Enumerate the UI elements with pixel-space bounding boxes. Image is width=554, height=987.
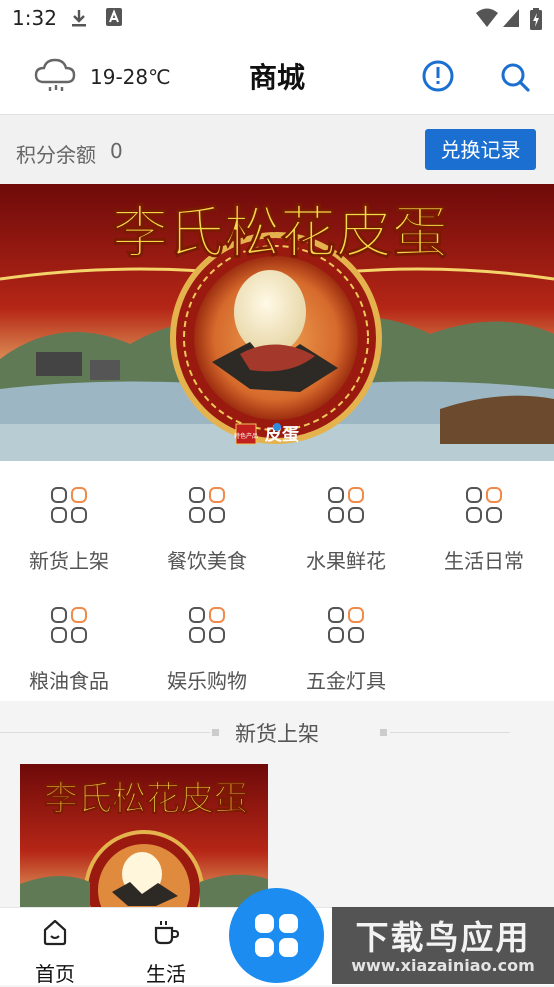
points-label: 积分余额 xyxy=(16,143,96,167)
category-item[interactable]: 餐饮美食 xyxy=(138,461,276,581)
category-item[interactable]: 水果鲜花 xyxy=(277,461,415,581)
grid-icon xyxy=(189,607,225,643)
product-title: 李氏松花皮蛋 xyxy=(44,779,248,819)
category-item[interactable]: 新货上架 xyxy=(0,461,138,581)
status-time: 1:32 xyxy=(12,6,57,30)
top-bar: 19-28℃ 商城 xyxy=(0,38,554,115)
status-bar: 1:32 xyxy=(0,0,554,38)
tab-home[interactable]: 首页 xyxy=(0,908,110,986)
section-title: 新货上架 xyxy=(235,722,319,746)
info-button[interactable] xyxy=(421,59,455,93)
tab-label: 生活 xyxy=(146,962,186,986)
grid-icon xyxy=(189,487,225,523)
search-button[interactable] xyxy=(498,60,532,94)
grid-icon xyxy=(466,487,502,523)
download-icon xyxy=(72,10,86,27)
center-menu-button[interactable] xyxy=(229,888,324,983)
product-card[interactable]: 李氏松花皮蛋 xyxy=(20,764,268,909)
watermark-text: 下载鸟应用 xyxy=(355,918,531,957)
category-label: 新货上架 xyxy=(29,549,109,573)
category-label: 生活日常 xyxy=(444,549,524,573)
category-grid: 新货上架 餐饮美食 水果鲜花 生活日常 粮油食品 娱乐购物 五金灯具 xyxy=(0,461,554,701)
banner-image: 李氏松花皮蛋 特色产品 皮蛋 xyxy=(0,184,554,461)
points-bar: 积分余额 0 兑换记录 xyxy=(0,115,554,184)
banner-indicator-dot[interactable] xyxy=(273,423,281,431)
exchange-record-button[interactable]: 兑换记录 xyxy=(425,129,536,170)
battery-icon xyxy=(530,8,542,30)
home-icon xyxy=(43,919,67,946)
section-divider-dot xyxy=(380,729,387,736)
alert-circle-icon xyxy=(422,60,454,92)
category-item[interactable]: 生活日常 xyxy=(415,461,553,581)
banner-carousel[interactable]: 李氏松花皮蛋 特色产品 皮蛋 xyxy=(0,184,554,461)
category-label: 娱乐购物 xyxy=(167,669,247,693)
signal-icon xyxy=(503,9,519,27)
product-image: 李氏松花皮蛋 xyxy=(20,764,268,909)
category-label: 粮油食品 xyxy=(29,669,109,693)
category-label: 水果鲜花 xyxy=(306,549,386,573)
grid-icon xyxy=(51,607,87,643)
page-title: 商城 xyxy=(248,61,305,94)
watermark-logo: 下载鸟应用 www.xiazainiao.com xyxy=(332,907,554,984)
banner-title: 李氏松花皮蛋 xyxy=(112,200,448,266)
category-item[interactable]: 娱乐购物 xyxy=(138,581,276,701)
watermark-url: www.xiazainiao.com xyxy=(351,956,535,975)
banner-seal-text: 特色产品 xyxy=(234,432,258,440)
category-label: 餐饮美食 xyxy=(167,549,247,573)
grid-icon xyxy=(328,607,364,643)
apps-icon xyxy=(255,914,298,957)
category-item[interactable]: 五金灯具 xyxy=(277,581,415,701)
category-label: 五金灯具 xyxy=(306,669,386,693)
category-item[interactable]: 粮油食品 xyxy=(0,581,138,701)
wifi-icon xyxy=(476,8,498,27)
new-arrivals-section: 新货上架 李氏松花皮蛋 xyxy=(0,701,554,909)
banner-badge: 皮蛋 xyxy=(265,424,299,445)
grid-icon xyxy=(51,487,87,523)
tab-label: 首页 xyxy=(35,962,75,986)
points-value: 0 xyxy=(110,139,123,163)
tab-life[interactable]: 生活 xyxy=(111,908,221,986)
grid-icon xyxy=(328,487,364,523)
font-icon xyxy=(106,8,122,26)
search-icon xyxy=(501,63,530,92)
section-divider xyxy=(390,732,510,733)
cup-icon xyxy=(154,921,180,945)
